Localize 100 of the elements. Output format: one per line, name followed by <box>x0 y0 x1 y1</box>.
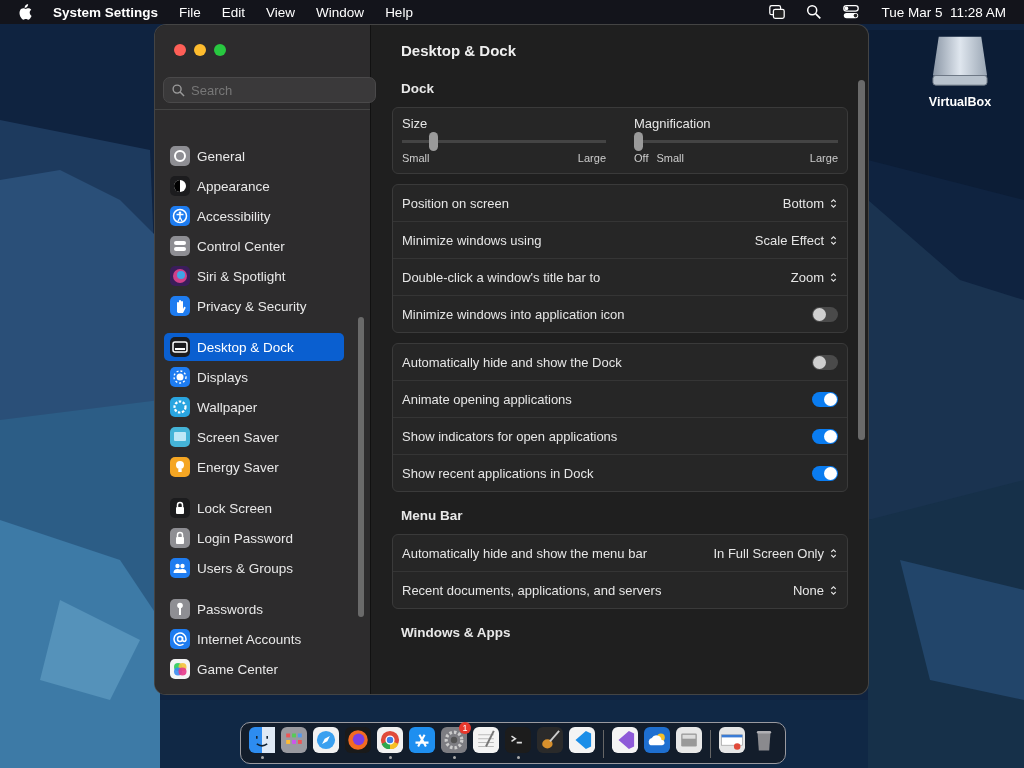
orb-icon <box>170 266 190 286</box>
chevron-icon <box>829 196 838 210</box>
section-heading: Windows & Apps <box>400 624 512 642</box>
sidebar-item[interactable]: Displays <box>164 363 344 391</box>
window-icon[interactable] <box>719 727 745 753</box>
slider-thumb[interactable] <box>429 132 439 151</box>
sidebar-item[interactable]: General <box>164 142 344 170</box>
popup-button[interactable]: Zoom <box>790 269 838 285</box>
toggle-switch[interactable] <box>812 465 838 481</box>
slider-label: Off <box>634 152 649 164</box>
menu-item[interactable]: Help <box>385 4 413 20</box>
screen-icon <box>170 427 190 447</box>
menu-item[interactable]: Edit <box>221 4 246 20</box>
drive-icon <box>931 34 989 88</box>
menu-item[interactable]: File <box>179 4 201 20</box>
person-icon <box>170 206 190 226</box>
setting-label: Minimize windows using <box>402 232 542 248</box>
people-icon <box>170 558 190 578</box>
windows-icon[interactable] <box>768 3 787 21</box>
sidebar-item[interactable]: Screen Saver <box>164 423 344 451</box>
flower-icon <box>170 397 190 417</box>
clock[interactable]: Tue Mar 5 11:28 AM <box>881 4 1006 20</box>
terminal-icon[interactable] <box>505 727 531 753</box>
minimize-button[interactable] <box>194 44 206 56</box>
window-title: Desktop & Dock <box>400 41 518 61</box>
sidebar-item[interactable]: Login Password <box>164 524 344 552</box>
slider-label: Small <box>656 152 684 164</box>
sidebar-item[interactable]: Energy Saver <box>164 453 344 481</box>
sidebar-item[interactable]: Control Center <box>164 232 344 260</box>
search-icon <box>172 84 185 97</box>
setting-label: Recent documents, applications, and servers <box>402 582 662 598</box>
key-icon <box>170 599 190 619</box>
grid-icon[interactable] <box>281 727 307 753</box>
section-heading: Menu Bar <box>400 507 464 525</box>
search-field[interactable]: Search <box>163 77 376 103</box>
chevron-icon <box>829 270 838 284</box>
sidebar-item[interactable]: Lock Screen <box>164 494 344 522</box>
setting-label: Position on screen <box>402 195 509 211</box>
section-heading: Dock <box>400 80 435 98</box>
slider-label: Large <box>809 152 838 164</box>
setting-label: Double-click a window's title bar to <box>402 269 601 285</box>
sidebar-item[interactable]: Wallpaper <box>164 393 344 421</box>
cloud-icon[interactable] <box>644 727 670 753</box>
at-sign-icon <box>170 629 190 649</box>
notification-badge: 1 <box>459 722 471 734</box>
toggle-switch[interactable] <box>812 391 838 407</box>
apple-logo-icon[interactable] <box>18 3 34 21</box>
slider-label: Size <box>402 116 429 131</box>
search-icon[interactable] <box>805 3 824 21</box>
setting-label: Animate opening applications <box>402 391 572 407</box>
compass-icon[interactable] <box>313 727 339 753</box>
scrollbar[interactable] <box>858 80 865 440</box>
chevron-icon <box>829 546 838 560</box>
sidebar-item[interactable]: Siri & Spotlight <box>164 262 344 290</box>
sidebar-item[interactable]: Passwords <box>164 595 344 623</box>
control-center-icon[interactable] <box>842 3 861 21</box>
slider-label: Large <box>577 152 606 164</box>
menu-item[interactable]: Window <box>316 4 365 20</box>
notepad-icon[interactable] <box>473 727 499 753</box>
sidebar-item[interactable]: Users & Groups <box>164 554 344 582</box>
scrollbar[interactable] <box>358 317 364 617</box>
bubbles-icon <box>170 659 190 679</box>
sidebar-item[interactable]: Desktop & Dock <box>164 333 344 361</box>
browser-icon[interactable] <box>377 727 403 753</box>
sidebar-item[interactable]: Appearance <box>164 172 344 200</box>
toggle-switch[interactable] <box>812 354 838 370</box>
popup-button[interactable]: Scale Effect <box>754 232 838 248</box>
lock-icon <box>170 528 190 548</box>
popup-button[interactable]: None <box>792 582 838 598</box>
desktop-icon-label[interactable]: VirtualBox <box>928 95 992 109</box>
toggle-switch[interactable] <box>812 306 838 322</box>
popup-button[interactable]: Bottom <box>782 195 838 211</box>
setting-label: Automatically hide and show the menu bar <box>402 545 647 561</box>
slider-thumb[interactable] <box>634 132 643 151</box>
slider-label: Small <box>402 152 430 164</box>
setting-label: Minimize windows into application icon <box>402 306 625 322</box>
chevron-icon <box>829 583 838 597</box>
close-button[interactable] <box>174 44 186 56</box>
guitar-icon[interactable] <box>537 727 563 753</box>
slider-label: Magnification <box>634 116 712 131</box>
lock-icon <box>170 498 190 518</box>
popup-button[interactable]: In Full Screen Only <box>713 545 838 561</box>
app-store-icon[interactable] <box>409 727 435 753</box>
hand-icon <box>170 296 190 316</box>
menu-item[interactable]: View <box>266 4 296 20</box>
sidebar-item[interactable]: Accessibility <box>164 202 344 230</box>
bulb-icon <box>170 457 190 477</box>
sun-icon <box>170 367 190 387</box>
setting-label: Automatically hide and show the Dock <box>402 354 622 370</box>
dock-icon <box>170 337 190 357</box>
sidebar-item[interactable]: Privacy & Security <box>164 292 344 320</box>
sidebar-item[interactable]: Internet Accounts <box>164 625 344 653</box>
setting-label: Show recent applications in Dock <box>402 465 594 481</box>
app-menu[interactable]: System Settings <box>53 4 159 20</box>
toggle-switch[interactable] <box>812 428 838 444</box>
sidebar-item[interactable]: Game Center <box>164 655 344 683</box>
face-icon[interactable] <box>249 727 275 753</box>
setting-label: Show indicators for open applications <box>402 428 618 444</box>
zoom-button[interactable] <box>214 44 226 56</box>
switches-icon <box>170 236 190 256</box>
